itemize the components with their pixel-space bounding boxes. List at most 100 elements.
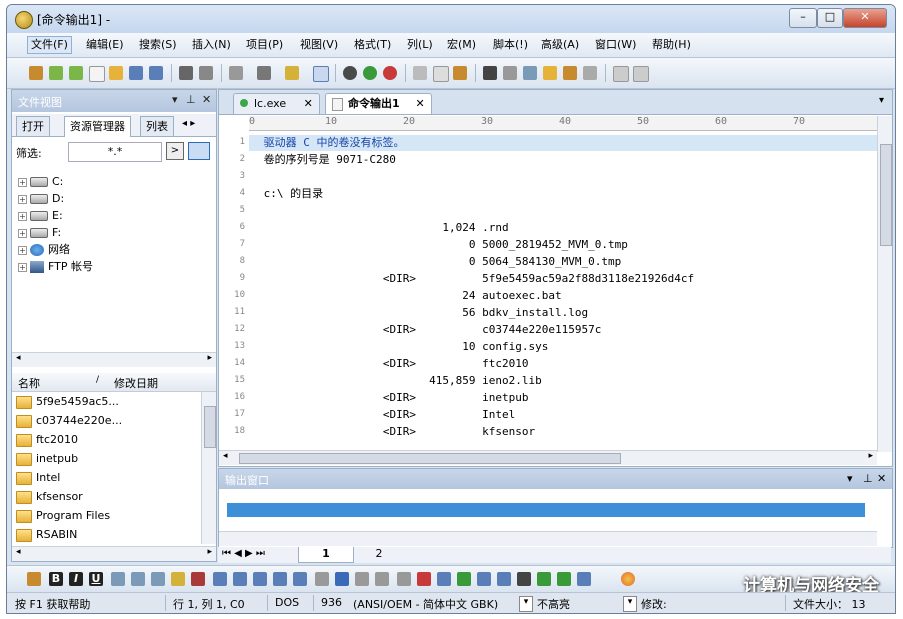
menu-help[interactable]: 帮助(H)	[649, 37, 694, 53]
paste-icon[interactable]	[453, 66, 467, 80]
align-right-icon[interactable]	[151, 572, 165, 586]
menu-format[interactable]: 格式(T)	[351, 37, 394, 53]
code-line[interactable]: 0 5000_2819452_MVM_0.tmp	[249, 237, 877, 253]
menu-edit[interactable]: 编辑(E)	[83, 37, 127, 53]
code-line[interactable]: <DIR> c03744e220e115957c	[249, 322, 877, 338]
tree-item-ftp[interactable]: + FTP 帐号	[18, 259, 93, 275]
print-preview-icon[interactable]	[199, 66, 213, 80]
code-line[interactable]	[249, 203, 877, 219]
menu-column[interactable]: 列(L)	[404, 37, 436, 53]
page-tab-1[interactable]: 1	[298, 547, 354, 563]
close-panel-icon[interactable]: ✕	[202, 93, 211, 106]
tab-list[interactable]: 列表	[140, 116, 174, 136]
wordwrap-icon[interactable]	[285, 66, 299, 80]
tree-item-network[interactable]: + 网络	[18, 242, 70, 258]
code-line[interactable]: 卷的序列号是 9071-C280	[249, 152, 877, 168]
status-codepage[interactable]: 936	[321, 596, 342, 609]
status-highlight[interactable]: 不高亮	[537, 596, 570, 612]
dropdown-icon[interactable]: ▾	[847, 472, 853, 485]
pin-icon[interactable]: ⊥	[863, 472, 873, 485]
code-line[interactable]: <DIR> 5f9e5459ac59a2f88d3118e21926d4cf	[249, 271, 877, 287]
copy-icon[interactable]	[433, 66, 449, 82]
code-line[interactable]: 驱动器 C 中的卷没有标签。	[249, 135, 877, 151]
link-icon[interactable]	[537, 572, 551, 586]
find-icon[interactable]	[483, 66, 497, 80]
list-item[interactable]: Program Files	[16, 507, 110, 525]
tab-command-output[interactable]: 命令输出1 ✕	[325, 93, 432, 114]
encoding-dropdown-icon[interactable]: ▾	[519, 596, 533, 612]
radio-icon[interactable]	[417, 572, 431, 586]
anchor-icon[interactable]	[517, 572, 531, 586]
tab-list-dropdown-icon[interactable]: ▾	[879, 95, 884, 106]
list-item[interactable]: 5f9e5459ac5...	[16, 393, 119, 411]
browse-folder-button[interactable]	[188, 142, 210, 160]
menu-advanced[interactable]: 高级(A)	[538, 37, 582, 53]
input-icon[interactable]	[355, 572, 369, 586]
color-icon[interactable]	[191, 572, 205, 586]
column-name[interactable]: 名称	[18, 375, 40, 391]
split-icon[interactable]	[613, 66, 629, 82]
status-encoding[interactable]: (ANSI/OEM - 简体中文 GBK)	[353, 596, 498, 612]
save-all-icon[interactable]	[149, 66, 163, 80]
underline-icon[interactable]: U	[89, 572, 103, 586]
properties-icon[interactable]	[229, 66, 243, 80]
email-icon[interactable]	[557, 572, 571, 586]
italic-icon[interactable]: I	[69, 572, 83, 586]
code-line[interactable]: <DIR> inetpub	[249, 390, 877, 406]
code-line[interactable]: 56 bdkv_install.log	[249, 305, 877, 321]
menu-script[interactable]: 脚本(!)	[490, 37, 531, 53]
format-icon[interactable]	[27, 572, 41, 586]
code-line[interactable]: 415,859 ieno2.lib	[249, 373, 877, 389]
tree-item-f[interactable]: + F:	[18, 225, 61, 241]
code-line[interactable]: 10 config.sys	[249, 339, 877, 355]
tab-scroll-arrows[interactable]: ◂ ▸	[182, 118, 195, 129]
list-item[interactable]: Intel	[16, 469, 60, 487]
menu-macro[interactable]: 宏(M)	[444, 37, 479, 53]
status-line-ending[interactable]: DOS	[275, 596, 299, 609]
output-horizontal-scrollbar[interactable]	[219, 531, 877, 546]
tab-lc-exe[interactable]: lc.exe ✕	[233, 93, 320, 114]
maximize-button[interactable]: □	[817, 8, 843, 28]
editor-horizontal-scrollbar[interactable]: ◂ ▸	[219, 450, 877, 465]
code-line[interactable]: <DIR> ftc2010	[249, 356, 877, 372]
new-file-icon[interactable]	[89, 66, 105, 82]
page-nav-arrows[interactable]: ⏮ ◀ ▶ ⏭	[222, 548, 265, 559]
tree-item-d[interactable]: + D:	[18, 191, 64, 207]
list-item[interactable]: ftc2010	[16, 431, 78, 449]
scroll-thumb[interactable]	[239, 453, 621, 464]
scroll-thumb[interactable]	[880, 144, 892, 246]
filter-apply-button[interactable]: >	[166, 142, 184, 160]
code-area[interactable]: 驱动器 C 中的卷没有标签。 卷的序列号是 9071-C280 c:\ 的目录 …	[249, 131, 877, 451]
select-icon[interactable]	[457, 572, 471, 586]
list-item[interactable]: RSABIN	[16, 526, 77, 544]
goto-icon[interactable]	[543, 66, 557, 80]
code-line[interactable]: <DIR> kfsensor	[249, 424, 877, 440]
bookmark-icon[interactable]	[563, 66, 577, 80]
list-icon[interactable]	[313, 66, 329, 82]
hr-icon[interactable]	[315, 572, 329, 586]
outdent-icon[interactable]	[293, 572, 307, 586]
align-left-icon[interactable]	[111, 572, 125, 586]
code-line[interactable]: c:\ 的目录	[249, 186, 877, 202]
tree-horizontal-scrollbar[interactable]: ◂ ▸	[12, 352, 216, 367]
file-list-vertical-scrollbar[interactable]	[201, 392, 216, 544]
minimize-button[interactable]: –	[789, 8, 817, 28]
justify-icon[interactable]	[171, 572, 185, 586]
list-item[interactable]: inetpub	[16, 450, 78, 468]
cut-icon[interactable]	[413, 66, 427, 80]
pin-icon[interactable]: ⊥	[186, 93, 196, 106]
code-line[interactable]: 0 5064_584130_MVM_0.tmp	[249, 254, 877, 270]
close-tab-icon[interactable]: ✕	[304, 97, 313, 110]
menu-file[interactable]: 文件(F)	[27, 36, 72, 54]
forward-icon[interactable]	[69, 66, 83, 80]
save-icon[interactable]	[129, 66, 143, 80]
menu-search[interactable]: 搜索(S)	[136, 37, 180, 53]
close-button[interactable]: ✕	[843, 8, 887, 28]
close-panel-icon[interactable]: ✕	[877, 472, 886, 485]
menu-project[interactable]: 项目(P)	[243, 37, 286, 53]
tab-open[interactable]: 打开	[16, 116, 50, 136]
menu-window[interactable]: 窗口(W)	[592, 37, 639, 53]
tree-item-c[interactable]: + C:	[18, 174, 63, 190]
open-icon[interactable]	[29, 66, 43, 80]
menu-view[interactable]: 视图(V)	[297, 37, 341, 53]
